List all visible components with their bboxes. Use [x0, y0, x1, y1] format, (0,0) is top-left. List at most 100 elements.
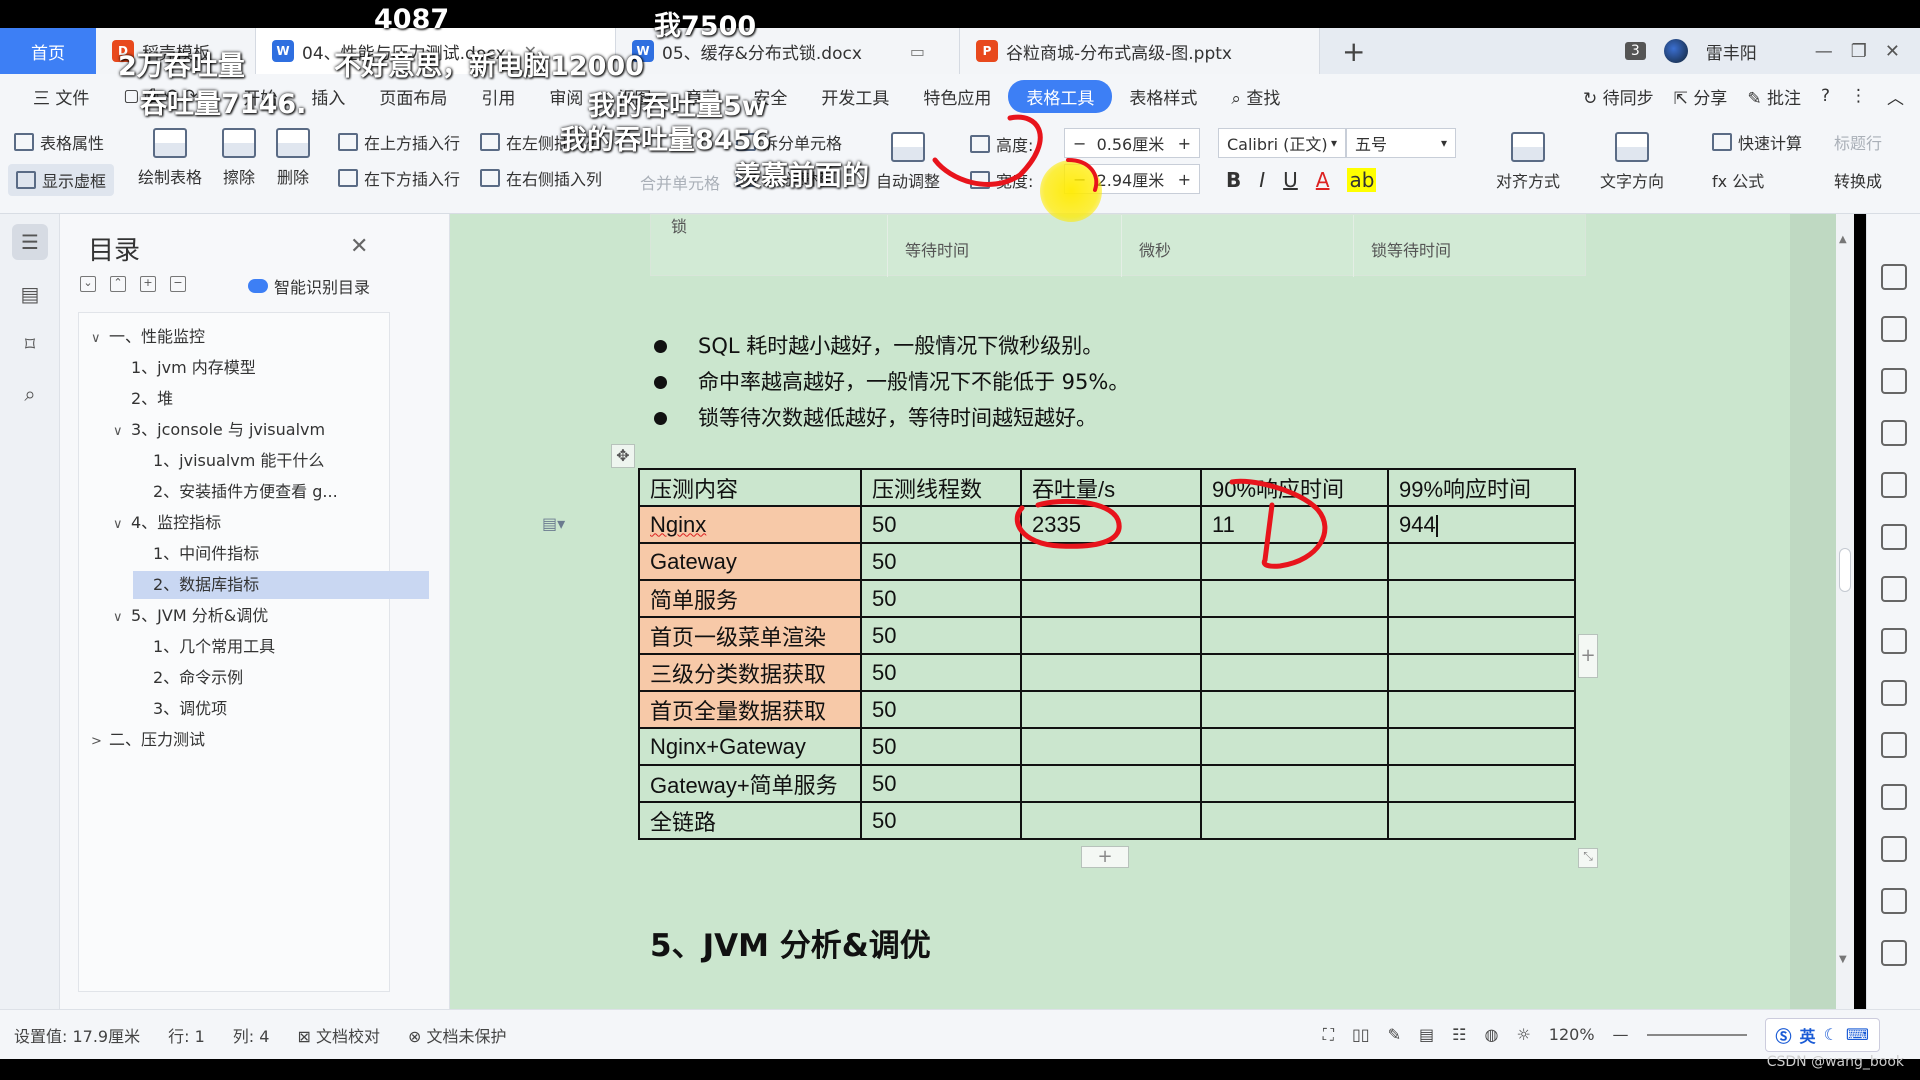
add-column-button[interactable]: +: [1578, 634, 1598, 678]
table-cell[interactable]: [1020, 801, 1202, 840]
vertical-scrollbar[interactable]: ▲ ▼: [1836, 214, 1854, 1009]
picture-icon[interactable]: [1881, 940, 1907, 966]
proof-button[interactable]: ⊠ 文档校对: [283, 1023, 394, 1047]
zoom-slider[interactable]: [1646, 1033, 1747, 1036]
table-cell[interactable]: 50: [860, 727, 1022, 766]
outline-item[interactable]: 2、命令示例: [153, 664, 449, 692]
table-cell[interactable]: [1387, 727, 1576, 766]
table-header-cell[interactable]: 压测内容: [638, 468, 862, 507]
outline-item[interactable]: ∨ 3、jconsole 与 jvisualvm: [113, 416, 409, 444]
bullet-item[interactable]: 锁等待次数越低越好，等待时间越短越好。: [650, 400, 1129, 436]
table-cell[interactable]: [1020, 616, 1202, 655]
font-family-select[interactable]: Calibri (正文) ▾: [1218, 128, 1346, 158]
new-tab-button[interactable]: +: [1320, 28, 1387, 74]
bold-button[interactable]: B: [1226, 168, 1241, 192]
table-cell[interactable]: 50: [860, 690, 1022, 729]
export-icon[interactable]: [1881, 784, 1907, 810]
prev-table-cell[interactable]: 微秒: [1139, 237, 1171, 261]
translate-icon[interactable]: [1881, 836, 1907, 862]
delete-button[interactable]: 删除: [276, 128, 310, 188]
table-cell[interactable]: 首页全量数据获取: [638, 690, 862, 729]
table-cell[interactable]: 11: [1200, 505, 1389, 544]
outline-item[interactable]: 1、中间件指标: [153, 540, 449, 568]
menu-features[interactable]: 特色应用: [906, 84, 1008, 109]
fill-icon[interactable]: [1881, 472, 1907, 498]
page-view-icon[interactable]: ▤: [1419, 1025, 1434, 1044]
menu-file[interactable]: 三 文件: [16, 84, 106, 109]
erase-button[interactable]: 擦除: [222, 128, 256, 188]
draw-table-button[interactable]: 绘制表格: [138, 128, 202, 188]
read-mode-icon[interactable]: ▯▯: [1352, 1025, 1370, 1044]
table-cell[interactable]: [1387, 801, 1576, 840]
user-name[interactable]: 雷丰阳: [1706, 39, 1757, 64]
menu-reference[interactable]: 引用: [464, 84, 532, 109]
table-cell[interactable]: 50: [860, 764, 1022, 803]
table-cell[interactable]: 50: [860, 542, 1022, 581]
table-resize-handle[interactable]: ⤡: [1578, 848, 1598, 868]
table-cell[interactable]: 50: [860, 505, 1022, 544]
tab-pptx-doc[interactable]: P 谷粒商城-分布式高级-图.pptx: [960, 28, 1320, 74]
outline-item[interactable]: ∨ 4、监控指标: [113, 509, 409, 537]
table-cell[interactable]: [1200, 616, 1389, 655]
table-cell[interactable]: 首页一级菜单渲染: [638, 616, 862, 655]
table-cell[interactable]: [1200, 801, 1389, 840]
outline-item[interactable]: 1、几个常用工具: [153, 633, 449, 661]
table-cell[interactable]: 50: [860, 801, 1022, 840]
screen-icon[interactable]: ▭: [910, 42, 925, 61]
row-height-input[interactable]: − 0.56厘米 +: [1064, 128, 1200, 158]
collapse-ribbon-icon[interactable]: ︿: [1887, 84, 1904, 109]
bullet-item[interactable]: SQL 耗时越小越好，一般情况下微秒级别。: [650, 328, 1129, 364]
formula-button[interactable]: fx 公式: [1712, 168, 1764, 192]
ime-toolbar[interactable]: Ⓢ 英 ☾ ⌨: [1764, 1017, 1880, 1052]
height-increment[interactable]: +: [1178, 134, 1191, 153]
minimize-icon[interactable]: —: [1815, 41, 1833, 62]
tab-home[interactable]: 首页: [0, 28, 96, 74]
outline-item[interactable]: > 二、压力测试: [91, 726, 387, 754]
width-increment[interactable]: +: [1178, 170, 1191, 189]
autofit-button[interactable]: 自动调整: [876, 132, 940, 192]
table-cell[interactable]: 全链路: [638, 801, 862, 840]
table-cell[interactable]: [1020, 727, 1202, 766]
outline-item[interactable]: 3、调优项: [153, 695, 449, 723]
remove-level-icon[interactable]: −: [170, 276, 186, 292]
prev-table-cell[interactable]: 等待时间: [905, 237, 969, 261]
menu-table-style[interactable]: 表格样式: [1112, 84, 1214, 109]
share-button[interactable]: ⇱ 分享: [1674, 84, 1728, 109]
menu-devtools[interactable]: 开发工具: [804, 84, 906, 109]
menu-layout[interactable]: 页面布局: [362, 84, 464, 109]
close-window-icon[interactable]: ✕: [1885, 41, 1900, 62]
table-header-cell[interactable]: 90%响应时间: [1200, 468, 1389, 507]
section-heading[interactable]: 5、JVM 分析&调优: [650, 920, 931, 965]
table-cell[interactable]: [1020, 764, 1202, 803]
table-cell[interactable]: [1020, 542, 1202, 581]
expand-all-icon[interactable]: ⌄: [80, 276, 96, 292]
sync-button[interactable]: ↻ 待同步: [1583, 84, 1654, 109]
table-cell[interactable]: [1387, 579, 1576, 618]
table-header-cell[interactable]: 吞吐量/s: [1020, 468, 1202, 507]
menu-table-tools[interactable]: 表格工具: [1008, 79, 1113, 113]
table-cell[interactable]: [1200, 727, 1389, 766]
web-view-icon[interactable]: ◍: [1484, 1025, 1498, 1044]
table-cell[interactable]: [1387, 764, 1576, 803]
table-cell[interactable]: 50: [860, 616, 1022, 655]
table-cell[interactable]: 简单服务: [638, 579, 862, 618]
italic-button[interactable]: I: [1259, 168, 1265, 192]
show-grid-button[interactable]: 显示虚框: [8, 164, 115, 196]
settings-sliders-icon[interactable]: [1881, 680, 1907, 706]
table-cell[interactable]: [1387, 542, 1576, 581]
table-cell[interactable]: [1200, 690, 1389, 729]
table-cell[interactable]: 50: [860, 579, 1022, 618]
align-button[interactable]: 对齐方式: [1496, 132, 1560, 192]
outline-view-icon[interactable]: ☷: [1452, 1025, 1466, 1044]
table-cell-active[interactable]: 944: [1387, 505, 1576, 544]
bullet-item[interactable]: 命中率越高越好，一般情况下不能低于 95%。: [650, 364, 1129, 400]
avatar[interactable]: [1663, 39, 1688, 63]
edit-mode-icon[interactable]: ✎: [1388, 1025, 1401, 1044]
scroll-thumb[interactable]: [1839, 548, 1851, 592]
convert-button[interactable]: 转换成: [1834, 168, 1882, 192]
pen-icon[interactable]: [1881, 264, 1907, 290]
insert-right-button[interactable]: 在右侧插入列: [480, 166, 602, 190]
zoom-level[interactable]: 120%: [1549, 1025, 1595, 1044]
table-cell[interactable]: 2335: [1020, 505, 1202, 544]
height-decrement[interactable]: −: [1073, 134, 1097, 153]
